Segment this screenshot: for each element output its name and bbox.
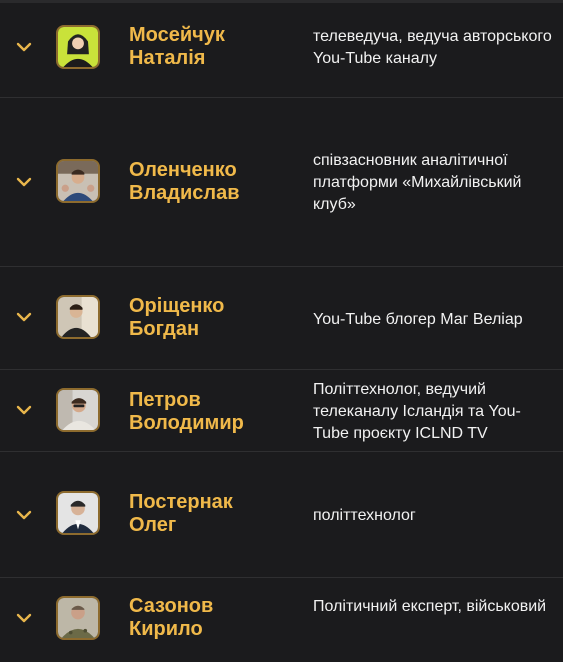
chevron-down-icon[interactable] [14, 40, 34, 54]
person-given-name: Олег [129, 514, 177, 536]
list-item[interactable]: Оленченко Владислав співзасновник аналіт… [0, 98, 563, 267]
person-name[interactable]: Оленченко Владислав [129, 159, 299, 205]
person-avatar-icon [56, 159, 100, 203]
person-given-name: Владислав [129, 182, 240, 204]
person-surname: Оленченко [129, 159, 237, 181]
chevron-down-icon[interactable] [14, 508, 34, 522]
person-name[interactable]: Петров Володимир [129, 389, 299, 435]
person-name[interactable]: Постернак Олег [129, 491, 299, 537]
person-description: телеведуча, ведуча авторського You-Tube … [313, 28, 552, 67]
person-name[interactable]: Оріщенко Богдан [129, 295, 299, 341]
person-description: Політичний експерт, військовий [313, 598, 547, 615]
chevron-down-icon[interactable] [14, 403, 34, 417]
person-surname: Постернак [129, 491, 233, 513]
person-description: You-Tube блогер Маг Веліар [313, 311, 523, 328]
person-given-name: Наталія [129, 47, 206, 69]
list-item[interactable]: Оріщенко Богдан You-Tube блогер Маг Велі… [0, 267, 563, 370]
list-item[interactable]: Петров Володимир Політтехнолог, ведучий … [0, 370, 563, 452]
person-description: співзасновник аналітичної платформи «Мих… [313, 152, 522, 213]
chevron-down-icon[interactable] [14, 175, 34, 189]
person-avatar-icon [56, 295, 100, 339]
person-name[interactable]: Сазонов Кирило [129, 595, 299, 641]
person-surname: Сазонов [129, 595, 214, 617]
person-surname: Оріщенко [129, 295, 225, 317]
person-given-name: Кирило [129, 618, 203, 640]
chevron-down-icon[interactable] [14, 611, 34, 625]
person-avatar-icon [56, 596, 100, 640]
list-item[interactable]: Мосейчук Наталія телеведуча, ведуча авто… [0, 0, 563, 98]
person-given-name: Богдан [129, 318, 200, 340]
person-avatar-icon [56, 388, 100, 432]
list-item[interactable]: Сазонов Кирило Політичний експерт, війсь… [0, 578, 563, 662]
chevron-down-icon[interactable] [14, 310, 34, 324]
person-avatar-icon [56, 491, 100, 535]
person-surname: Мосейчук [129, 24, 225, 46]
person-description: політтехнолог [313, 507, 416, 524]
person-name[interactable]: Мосейчук Наталія [129, 24, 299, 70]
person-surname: Петров [129, 389, 201, 411]
person-given-name: Володимир [129, 412, 244, 434]
list-item[interactable]: Постернак Олег політтехнолог [0, 452, 563, 578]
person-avatar-icon [56, 25, 100, 69]
person-description: Політтехнолог, ведучий телеканалу Ісланд… [313, 381, 521, 442]
